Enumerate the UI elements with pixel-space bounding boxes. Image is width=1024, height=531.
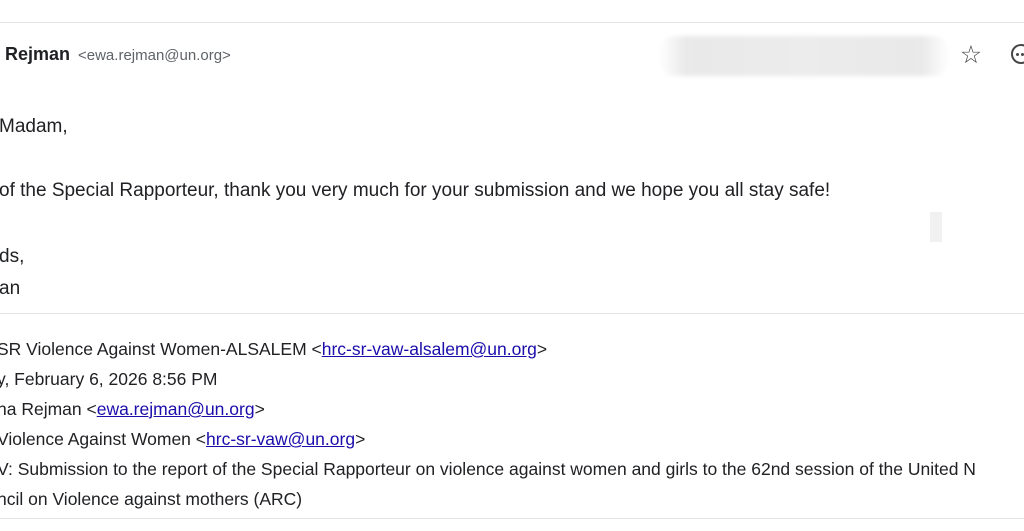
bottom-divider bbox=[0, 518, 1024, 519]
quoted-from: SR Violence Against Women-ALSALEM <hrc-s… bbox=[0, 339, 548, 359]
more-options-icon[interactable] bbox=[1011, 44, 1024, 64]
closing: ds, bbox=[0, 246, 25, 267]
signature: an bbox=[0, 278, 21, 299]
sender-email: <ewa.rejman@un.org> bbox=[78, 47, 231, 64]
message-text: of the Special Rapporteur, thank you ver… bbox=[0, 180, 831, 201]
top-divider bbox=[0, 22, 1024, 23]
redacted-mark bbox=[930, 212, 942, 242]
redacted-region bbox=[658, 36, 950, 76]
from-email-link[interactable]: hrc-sr-vaw-alsalem@un.org bbox=[322, 339, 537, 359]
star-icon[interactable]: ☆ bbox=[957, 41, 985, 69]
sender-name[interactable]: Rejman bbox=[5, 44, 70, 65]
quoted-subject-line-1: V: Submission to the report of the Speci… bbox=[0, 459, 976, 479]
quoted-cc: Violence Against Women <hrc-sr-vaw@un.or… bbox=[0, 429, 366, 449]
cc-email-link[interactable]: hrc-sr-vaw@un.org bbox=[206, 429, 355, 449]
salutation: Madam, bbox=[0, 116, 68, 137]
to-email-link[interactable]: ewa.rejman@un.org bbox=[97, 399, 255, 419]
quote-divider bbox=[0, 313, 1024, 314]
quoted-to: na Rejman <ewa.rejman@un.org> bbox=[0, 399, 265, 419]
quoted-subject-line-2: ncil on Violence against mothers (ARC) bbox=[0, 489, 303, 509]
quoted-sent: y, February 6, 2026 8:56 PM bbox=[0, 369, 218, 389]
